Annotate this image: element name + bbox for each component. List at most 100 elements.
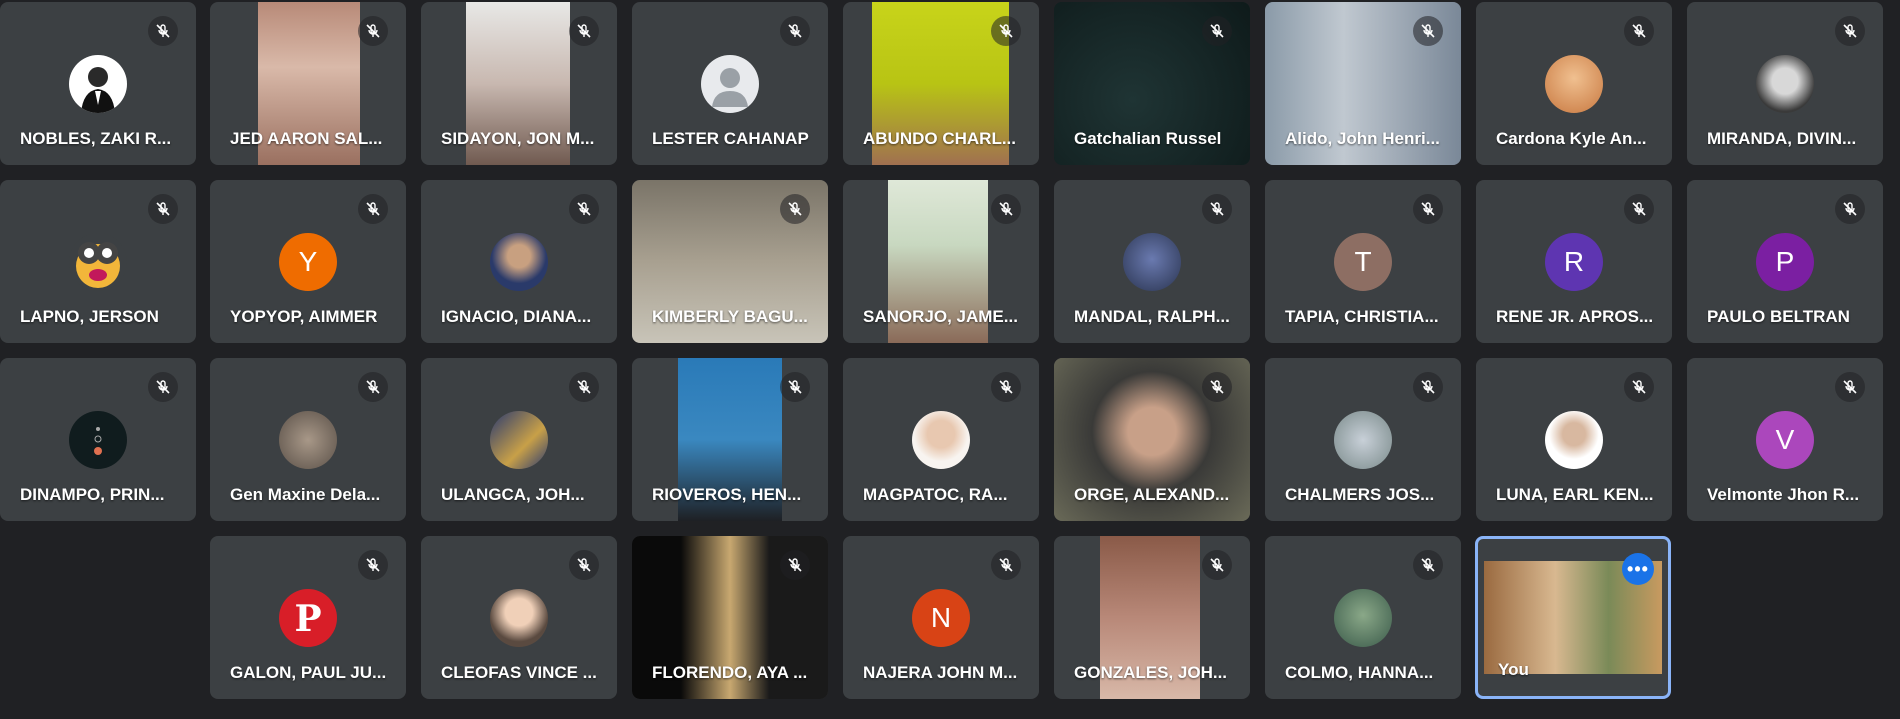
mic-off-icon (780, 550, 810, 580)
mic-off-icon (1835, 194, 1865, 224)
mic-off-icon (569, 16, 599, 46)
mic-off-icon (358, 550, 388, 580)
participant-tile[interactable]: LESTER CAHANAP (632, 2, 828, 165)
mic-off-icon (148, 194, 178, 224)
mic-off-icon (1413, 550, 1443, 580)
participant-tile[interactable]: CHALMERS JOS... (1265, 358, 1461, 521)
participant-tile[interactable]: MAGPATOC, RA... (843, 358, 1039, 521)
participant-name: ULANGCA, JOH... (441, 485, 585, 504)
participant-name: Gen Maxine Dela... (230, 485, 381, 504)
participant-name: SIDAYON, JON M... (441, 129, 595, 148)
participant-avatar (1334, 589, 1392, 647)
participant-name: COLMO, HANNA... (1285, 663, 1434, 682)
participant-name: GALON, PAUL JU... (230, 663, 387, 682)
mic-off-icon (1413, 372, 1443, 402)
mic-off-icon (1202, 550, 1232, 580)
more-options-icon[interactable]: ••• (1622, 553, 1654, 585)
mic-off-icon (358, 16, 388, 46)
participant-tile[interactable]: P PAULO BELTRAN (1687, 180, 1883, 343)
participant-tile[interactable]: DINAMPO, PRIN... (0, 358, 196, 521)
participant-name: DINAMPO, PRIN... (20, 485, 165, 504)
participant-tile[interactable]: Gatchalian Russel (1054, 2, 1250, 165)
participant-tile[interactable]: RIOVEROS, HEN... (632, 358, 828, 521)
participant-name: TAPIA, CHRISTIA... (1285, 307, 1439, 326)
participant-tile[interactable]: COLMO, HANNA... (1265, 536, 1461, 699)
participant-name: Alido, John Henri... (1285, 129, 1440, 148)
participant-tile[interactable]: MANDAL, RALPH... (1054, 180, 1250, 343)
participant-tile[interactable]: T TAPIA, CHRISTIA... (1265, 180, 1461, 343)
participant-tile[interactable]: KIMBERLY BAGU... (632, 180, 828, 343)
participant-name: MAGPATOC, RA... (863, 485, 1008, 504)
participant-name: CLEOFAS VINCE ... (441, 663, 597, 682)
participant-name: Cardona Kyle An... (1496, 129, 1647, 148)
participant-avatar (490, 233, 548, 291)
participant-tile[interactable]: ABUNDO CHARL... (843, 2, 1039, 165)
mic-off-icon (569, 372, 599, 402)
participant-name: LESTER CAHANAP (652, 129, 809, 148)
participant-tile[interactable]: SANORJO, JAME... (843, 180, 1039, 343)
mic-off-icon (991, 16, 1021, 46)
mic-off-icon (991, 550, 1021, 580)
participant-avatar (1334, 411, 1392, 469)
participant-avatar (69, 411, 127, 469)
mic-off-icon (780, 194, 810, 224)
participant-tile[interactable]: GONZALES, JOH... (1054, 536, 1250, 699)
participant-name: You (1498, 660, 1529, 679)
mic-off-icon (358, 194, 388, 224)
mic-off-icon (780, 372, 810, 402)
participant-avatar (490, 411, 548, 469)
participant-tile[interactable]: LUNA, EARL KEN... (1476, 358, 1672, 521)
participant-name: PAULO BELTRAN (1707, 307, 1850, 326)
mic-off-icon (358, 372, 388, 402)
participant-tile[interactable]: Alido, John Henri... (1265, 2, 1461, 165)
participant-tile[interactable]: FLORENDO, AYA ... (632, 536, 828, 699)
participant-tile[interactable]: CLEOFAS VINCE ... (421, 536, 617, 699)
participant-tile[interactable]: R RENE JR. APROS... (1476, 180, 1672, 343)
mic-off-icon (1202, 372, 1232, 402)
participant-avatar: R (1545, 233, 1603, 291)
participant-tile[interactable]: ULANGCA, JOH... (421, 358, 617, 521)
participant-avatar: T (1334, 233, 1392, 291)
mic-off-icon (148, 16, 178, 46)
participant-tile[interactable]: Gen Maxine Dela... (210, 358, 406, 521)
participant-avatar (1545, 411, 1603, 469)
participant-avatar (69, 55, 127, 113)
mic-off-icon (1835, 372, 1865, 402)
participant-tile[interactable]: IGNACIO, DIANA... (421, 180, 617, 343)
participant-name: ORGE, ALEXAND... (1074, 485, 1230, 504)
participant-tile[interactable]: MIRANDA, DIVIN... (1687, 2, 1883, 165)
participant-avatar: V (1756, 411, 1814, 469)
participant-tile[interactable]: SIDAYON, JON M... (421, 2, 617, 165)
participant-name: NAJERA JOHN M... (863, 663, 1018, 682)
participant-name: RIOVEROS, HEN... (652, 485, 802, 504)
participant-name: LUNA, EARL KEN... (1496, 485, 1654, 504)
mic-off-icon (569, 550, 599, 580)
mic-off-icon (1624, 194, 1654, 224)
participant-avatar: P (1756, 233, 1814, 291)
participant-tile[interactable]: N NAJERA JOHN M... (843, 536, 1039, 699)
participant-name: KIMBERLY BAGU... (652, 307, 808, 326)
participant-name: RENE JR. APROS... (1496, 307, 1654, 326)
participant-name: Velmonte Jhon R... (1707, 485, 1860, 504)
participant-tile[interactable]: LAPNO, JERSON (0, 180, 196, 343)
participant-avatar (1545, 55, 1603, 113)
participant-name: LAPNO, JERSON (20, 307, 159, 326)
self-video-tile[interactable]: ••• You (1475, 536, 1671, 699)
participant-tile[interactable]: ORGE, ALEXAND... (1054, 358, 1250, 521)
participant-tile[interactable]: Y YOPYOP, AIMMER (210, 180, 406, 343)
participant-tile[interactable]: JED AARON SAL... (210, 2, 406, 165)
participant-avatar (912, 411, 970, 469)
mic-off-icon (1835, 16, 1865, 46)
participant-name: FLORENDO, AYA ... (652, 663, 808, 682)
participant-name: GONZALES, JOH... (1074, 663, 1228, 682)
mic-off-icon (1202, 16, 1232, 46)
mic-off-icon (991, 194, 1021, 224)
participant-tile[interactable]: V Velmonte Jhon R... (1687, 358, 1883, 521)
mic-off-icon (569, 194, 599, 224)
participant-tile[interactable]: NOBLES, ZAKI R... (0, 2, 196, 165)
svg-text:P: P (294, 598, 321, 640)
participant-tile[interactable]: Cardona Kyle An... (1476, 2, 1672, 165)
participant-tile[interactable]: P GALON, PAUL JU... (210, 536, 406, 699)
mic-off-icon (1624, 372, 1654, 402)
participant-name: Gatchalian Russel (1074, 129, 1222, 148)
